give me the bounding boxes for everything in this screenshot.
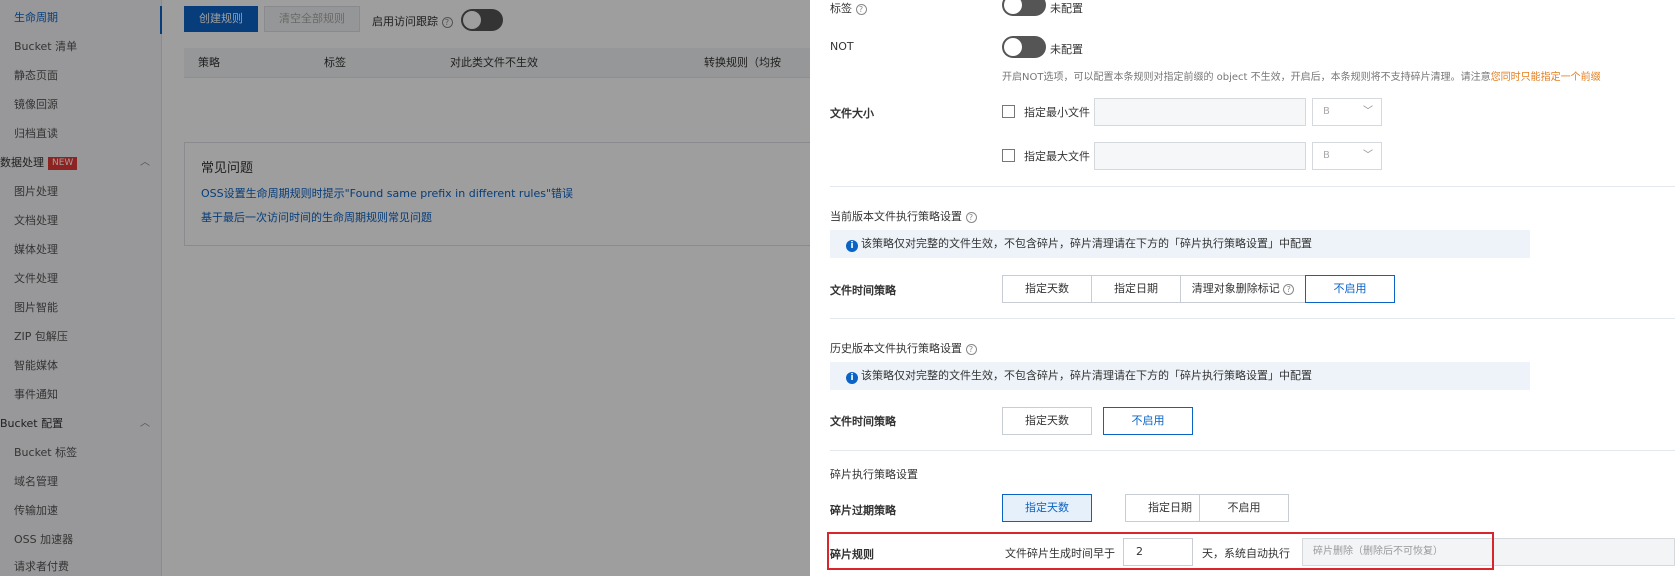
highlight-frame xyxy=(827,532,1494,570)
fragment-section-title: 碎片执行策略设置 xyxy=(830,468,918,481)
toggle-knob xyxy=(1004,38,1022,56)
help-icon: ? xyxy=(855,4,867,15)
history-option-disabled[interactable]: 不启用 xyxy=(1103,407,1193,435)
help-icon: ? xyxy=(1283,284,1295,295)
min-file-checkbox[interactable] xyxy=(1002,105,1015,118)
not-label: NOT xyxy=(830,40,854,53)
current-option-days[interactable]: 指定天数 xyxy=(1002,275,1092,303)
not-hint-warning: 您同时只能指定一个前缀 xyxy=(1490,72,1601,83)
current-option-disabled[interactable]: 不启用 xyxy=(1305,275,1395,303)
chevron-down-icon: ﹀ xyxy=(1363,106,1373,117)
info-icon: i xyxy=(846,240,858,252)
tag-status: 未配置 xyxy=(1050,2,1083,15)
section-divider xyxy=(830,318,1675,319)
current-time-label: 文件时间策略 xyxy=(830,284,896,297)
max-unit-value: B xyxy=(1323,150,1330,161)
min-file-label: 指定最小文件 xyxy=(1024,106,1090,119)
modal-overlay[interactable] xyxy=(0,0,810,576)
help-icon: ? xyxy=(965,344,977,355)
fragment-expire-label: 碎片过期策略 xyxy=(830,504,896,517)
history-section-title: 历史版本文件执行策略设置 xyxy=(830,342,962,355)
not-hint: 开启NOT选项，可以配置本条规则对指定前缀的 object 不生效，开启后，本条… xyxy=(1002,68,1601,83)
current-section-title: 当前版本文件执行策略设置 xyxy=(830,210,962,223)
history-version-section: 历史版本文件执行策略设置 ? xyxy=(830,340,977,356)
max-file-input[interactable] xyxy=(1094,142,1306,170)
history-info-text: 该策略仅对完整的文件生效，不包含碎片，碎片清理请在下方的「碎片执行策略设置」中配… xyxy=(861,369,1312,382)
help-icon: ? xyxy=(965,212,977,223)
current-info-text: 该策略仅对完整的文件生效，不包含碎片，碎片清理请在下方的「碎片执行策略设置」中配… xyxy=(861,237,1312,250)
current-option-delete-marker[interactable]: 清理对象删除标记 ? xyxy=(1180,275,1306,303)
rule-drawer: 标签 ? 未配置 NOT 未配置 开启NOT选项，可以配置本条规则对指定前缀的 … xyxy=(810,0,1675,576)
max-file-unit-select[interactable]: B ﹀ xyxy=(1312,142,1382,170)
history-option-days[interactable]: 指定天数 xyxy=(1002,407,1092,435)
history-info-bar: i 该策略仅对完整的文件生效，不包含碎片，碎片清理请在下方的「碎片执行策略设置」中… xyxy=(830,362,1530,390)
section-divider xyxy=(830,450,1675,451)
info-icon: i xyxy=(846,372,858,384)
current-info-bar: i 该策略仅对完整的文件生效，不包含碎片，碎片清理请在下方的「碎片执行策略设置」中… xyxy=(830,230,1530,258)
section-divider xyxy=(830,186,1675,187)
tag-toggle[interactable] xyxy=(1002,0,1046,16)
toggle-knob xyxy=(1004,0,1022,14)
file-size-label: 文件大小 xyxy=(830,107,874,120)
not-hint-text: 开启NOT选项，可以配置本条规则对指定前缀的 object 不生效，开启后，本条… xyxy=(1002,72,1491,83)
not-toggle[interactable] xyxy=(1002,36,1046,58)
not-status: 未配置 xyxy=(1050,43,1083,56)
tag-label-text: 标签 xyxy=(830,2,852,15)
tag-label: 标签 ? xyxy=(830,0,867,16)
min-file-unit-select[interactable]: B ﹀ xyxy=(1312,98,1382,126)
min-file-input[interactable] xyxy=(1094,98,1306,126)
fragment-option-days[interactable]: 指定天数 xyxy=(1002,494,1092,522)
max-file-label: 指定最大文件 xyxy=(1024,150,1090,163)
current-version-section: 当前版本文件执行策略设置 ? xyxy=(830,208,977,224)
min-unit-value: B xyxy=(1323,106,1330,117)
current-option-date[interactable]: 指定日期 xyxy=(1091,275,1181,303)
history-time-label: 文件时间策略 xyxy=(830,415,896,428)
chevron-down-icon: ﹀ xyxy=(1363,150,1373,161)
max-file-checkbox[interactable] xyxy=(1002,149,1015,162)
delete-marker-text: 清理对象删除标记 xyxy=(1191,282,1280,295)
fragment-option-disabled[interactable]: 不启用 xyxy=(1199,494,1289,522)
